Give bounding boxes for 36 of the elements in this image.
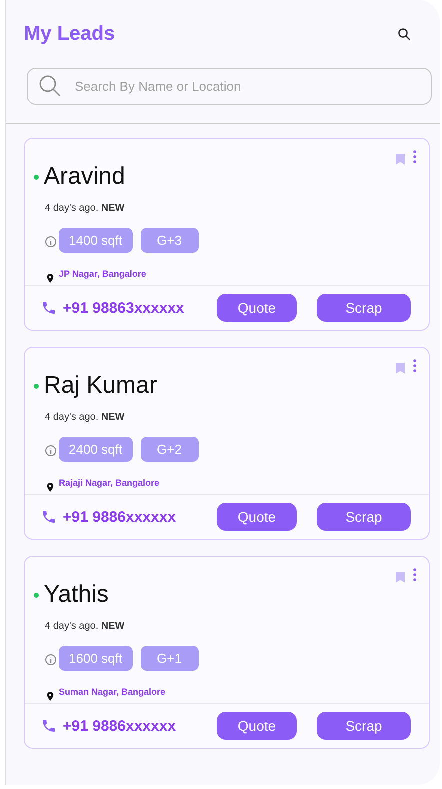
- tag: G+3: [140, 228, 198, 253]
- phone-number[interactable]: +91 98863xxxxxx: [63, 300, 203, 316]
- phone-icon[interactable]: [41, 718, 57, 734]
- lead-name: Raj Kumar: [44, 372, 158, 400]
- tag: 1600 sqft: [59, 646, 132, 671]
- tag: 1400 sqft: [59, 228, 132, 253]
- info-icon: [45, 652, 57, 664]
- action-button[interactable]: Scrap: [317, 294, 411, 322]
- phone-icon[interactable]: [41, 300, 57, 316]
- lead-name: Yathis: [44, 581, 109, 609]
- location-text: Rajaji Nagar, Bangalore: [59, 478, 160, 488]
- phone-icon[interactable]: [41, 509, 57, 525]
- lead-name: Aravind: [44, 163, 126, 191]
- location-text: JP Nagar, Bangalore: [59, 269, 146, 279]
- action-button[interactable]: Quote: [217, 712, 297, 740]
- lead-age: 4 day's ago. NEW: [44, 202, 126, 214]
- more-icon[interactable]: [413, 150, 417, 164]
- action-button[interactable]: Scrap: [317, 712, 411, 740]
- tag: G+1: [140, 646, 198, 671]
- action-button[interactable]: Quote: [217, 503, 297, 531]
- location-text: Suman Nagar, Bangalore: [59, 687, 166, 697]
- phone-number[interactable]: +91 9886xxxxxx: [63, 718, 203, 734]
- tag: 2400 sqft: [59, 437, 132, 462]
- more-icon[interactable]: [413, 568, 417, 582]
- search-field[interactable]: Search By Name or Location: [27, 68, 432, 105]
- action-button[interactable]: Quote: [217, 294, 297, 322]
- action-button[interactable]: Scrap: [317, 503, 411, 531]
- phone-number[interactable]: +91 9886xxxxxx: [63, 508, 203, 526]
- info-icon: [45, 234, 57, 246]
- more-icon[interactable]: [413, 359, 417, 373]
- search-icon[interactable]: [397, 26, 412, 42]
- info-icon: [45, 444, 57, 456]
- lead-age: 4 day's ago. NEW: [44, 620, 126, 632]
- page-title: My Leads: [24, 22, 116, 46]
- lead-age: 4 day's ago. NEW: [44, 411, 126, 423]
- tag: G+2: [140, 437, 198, 462]
